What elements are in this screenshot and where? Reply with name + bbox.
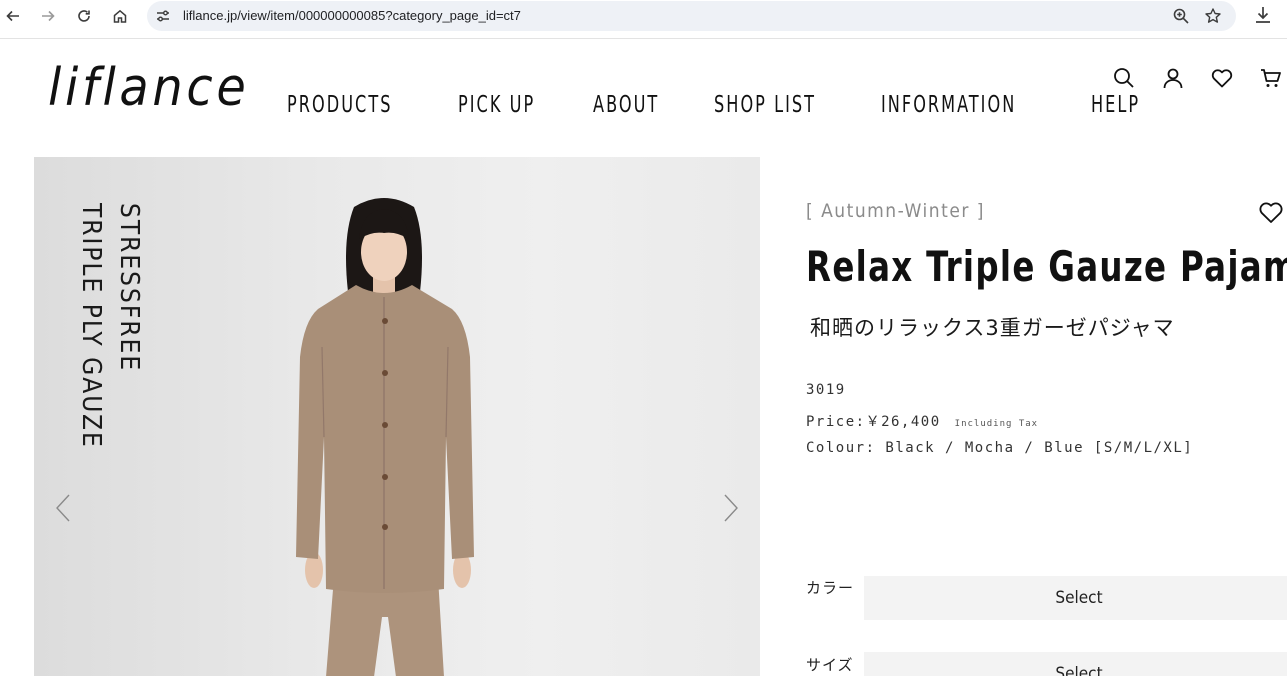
size-option-label: サイズ [806, 656, 854, 674]
site-logo[interactable]: liflance [48, 62, 250, 114]
search-icon[interactable] [1112, 66, 1136, 90]
back-button[interactable] [0, 4, 26, 28]
color-option-label: カラー [806, 579, 855, 597]
back-arrow-icon [6, 10, 19, 22]
forward-button[interactable] [35, 4, 61, 28]
gallery-prev-arrow-icon[interactable] [54, 493, 72, 523]
nav-about[interactable]: ABOUT [593, 92, 659, 118]
product-code: 3019 [806, 382, 846, 398]
nav-help[interactable]: HELP [1091, 92, 1140, 118]
url-text[interactable]: liflance.jp/view/item/000000000085?categ… [183, 8, 521, 23]
main-nav: PRODUCTS PICK UP ABOUT SHOP LIST INFORMA… [287, 92, 1190, 118]
browser-toolbar: liflance.jp/view/item/000000000085?categ… [0, 0, 1287, 39]
bookmark-star-icon[interactable] [1204, 7, 1222, 25]
tax-note: Including Tax [954, 419, 1039, 429]
account-icon[interactable] [1161, 66, 1185, 90]
product-photo-model [296, 198, 474, 676]
gallery-vertical-text-gauze: TRIPLE PLY GAUZE [76, 203, 106, 449]
home-icon [113, 9, 127, 23]
home-button[interactable] [107, 4, 133, 28]
nav-information[interactable]: INFORMATION [881, 92, 1016, 118]
nav-shop-list[interactable]: SHOP LIST [714, 92, 816, 118]
nav-pick-up[interactable]: PICK UP [458, 92, 535, 118]
reload-icon [78, 10, 90, 22]
header-actions [1112, 66, 1287, 90]
size-select[interactable]: Select [864, 652, 1287, 676]
product-season: [ Autumn-Winter ] [806, 200, 985, 222]
price-value: Price:￥26,400 [806, 414, 941, 430]
product-title: Relax Triple Gauze Pajamas [806, 242, 1287, 291]
gallery-next-arrow-icon[interactable] [722, 493, 740, 523]
wishlist-heart-icon[interactable] [1210, 66, 1234, 90]
product-title-japanese: 和晒のリラックス3重ガーゼパジャマ [810, 316, 1175, 340]
download-icon[interactable] [1252, 4, 1274, 26]
cart-icon[interactable] [1259, 66, 1283, 90]
reload-button[interactable] [71, 4, 97, 28]
nav-products[interactable]: PRODUCTS [287, 92, 392, 118]
forward-arrow-icon [42, 10, 55, 22]
product-price: Price:￥26,400 Including Tax [806, 411, 1038, 431]
product-colour-options: Colour: Black / Mocha / Blue [S/M/L/XL] [806, 440, 1194, 456]
address-bar[interactable]: liflance.jp/view/item/000000000085?categ… [147, 1, 1236, 31]
zoom-icon[interactable] [1172, 7, 1190, 25]
color-select[interactable]: Select [864, 576, 1287, 620]
add-to-favorites-heart-icon[interactable] [1257, 199, 1285, 225]
gallery-vertical-text-stressfree: STRESSFREE [114, 203, 144, 373]
product-image-gallery[interactable]: STRESSFREE TRIPLE PLY GAUZE [34, 157, 760, 676]
site-settings-icon[interactable] [155, 8, 171, 24]
